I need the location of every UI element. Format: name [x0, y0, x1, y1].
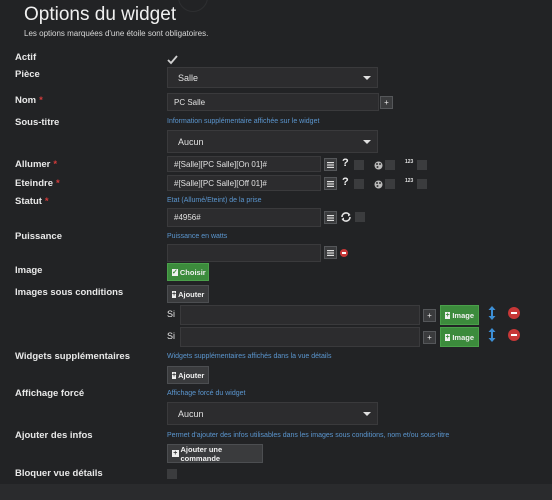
- puissance-input[interactable]: [167, 244, 321, 262]
- condition-1-remove-icon[interactable]: [508, 307, 520, 319]
- images-sous-conditions-label: Images sous conditions: [15, 287, 124, 298]
- piece-label: Pièce: [15, 69, 40, 80]
- chevron-down-icon: [363, 75, 371, 80]
- widgets-supplementaires-help: Widgets supplémentaires affichés dans la…: [167, 353, 332, 360]
- condition-1-prefix: Si: [167, 309, 176, 319]
- sous-titre-label: Sous-titre: [15, 117, 60, 128]
- page-title: Options du widget: [24, 4, 177, 25]
- plus-icon: +: [172, 290, 177, 298]
- list-icon: [327, 161, 334, 168]
- condition-1-image-button[interactable]: + Image: [440, 305, 479, 325]
- image-label: Image: [15, 265, 43, 276]
- widgets-supplementaires-label: Widgets supplémentaires: [15, 351, 130, 362]
- list-icon: [327, 180, 334, 187]
- allumer-list-button[interactable]: [324, 158, 337, 171]
- condition-2-input[interactable]: [180, 327, 420, 347]
- statut-help: Etat (Allumé/Eteint) de la prise: [167, 197, 262, 204]
- chevron-down-icon: [363, 411, 371, 416]
- allumer-checkbox-3[interactable]: [417, 160, 427, 170]
- condition-2-remove-icon[interactable]: [508, 329, 520, 341]
- eteindre-checkbox-2[interactable]: [385, 179, 395, 189]
- eteindre-checkbox-1[interactable]: [354, 179, 364, 189]
- puissance-list-button[interactable]: [324, 246, 337, 259]
- puissance-remove-icon[interactable]: [340, 249, 348, 257]
- affichage-force-select-value: Aucun: [178, 408, 204, 419]
- statut-label: Statut *: [15, 196, 49, 207]
- bottom-bar: [0, 484, 552, 500]
- number-icon: 123: [405, 178, 414, 184]
- ajouter-commande-button[interactable]: + Ajouter une commande: [167, 444, 263, 463]
- actif-checkbox[interactable]: [167, 52, 179, 65]
- allumer-input[interactable]: #[Salle][PC Salle][On 01]#: [167, 156, 321, 172]
- images-ajouter-button[interactable]: + Ajouter: [167, 285, 209, 303]
- condition-1-input[interactable]: [180, 305, 420, 325]
- plus-icon: +: [427, 333, 432, 342]
- eteindre-label: Eteindre *: [15, 178, 60, 189]
- eteindre-list-button[interactable]: [324, 177, 337, 190]
- condition-2-image-button[interactable]: + Image: [440, 327, 479, 347]
- condition-2-add-button[interactable]: +: [423, 331, 436, 344]
- nom-input-value: PC Salle: [174, 97, 206, 107]
- eteindre-input[interactable]: #[Salle][PC Salle][Off 01]#: [167, 175, 321, 191]
- puissance-help: Puissance en watts: [167, 233, 228, 240]
- sous-titre-select[interactable]: Aucun: [167, 130, 378, 153]
- eteindre-input-value: #[Salle][PC Salle][Off 01]#: [174, 178, 267, 188]
- plus-icon: +: [427, 311, 432, 320]
- sous-titre-help: Information supplémentaire affichée sur …: [167, 118, 320, 125]
- allumer-label: Allumer *: [15, 159, 58, 170]
- plus-icon: +: [384, 98, 389, 107]
- eteindre-question-icon[interactable]: ?: [342, 176, 349, 188]
- condition-2-move-icon[interactable]: [488, 328, 496, 342]
- ajouter-infos-label: Ajouter des infos: [15, 430, 93, 441]
- nom-label: Nom *: [15, 95, 43, 106]
- nom-input[interactable]: PC Salle: [167, 93, 379, 111]
- plus-icon: +: [445, 311, 451, 319]
- widgets-ajouter-button[interactable]: + Ajouter: [167, 366, 209, 384]
- statut-input-value: #4956#: [174, 213, 201, 222]
- page-subtitle: Les options marquées d'une étoile sont o…: [24, 29, 209, 38]
- list-icon: [327, 214, 334, 221]
- statut-checkbox[interactable]: [355, 212, 365, 222]
- plus-icon: +: [172, 450, 179, 457]
- condition-2-prefix: Si: [167, 331, 176, 341]
- piece-select-value: Salle: [178, 72, 199, 83]
- affichage-force-help: Affichage forcé du widget: [167, 390, 246, 397]
- palette-icon: [374, 157, 383, 170]
- chevron-down-icon: [363, 139, 371, 144]
- allumer-input-value: #[Salle][PC Salle][On 01]#: [174, 159, 267, 169]
- bloquer-vue-checkbox[interactable]: [167, 469, 177, 479]
- eteindre-checkbox-3[interactable]: [417, 179, 427, 189]
- puissance-label: Puissance: [15, 231, 62, 242]
- choisir-button[interactable]: ✓ Choisir: [167, 263, 209, 281]
- affichage-force-label: Affichage forcé: [15, 388, 85, 399]
- decorative-circle: [178, 0, 208, 12]
- palette-icon: [374, 176, 383, 189]
- allumer-checkbox-1[interactable]: [354, 160, 364, 170]
- bloquer-vue-label: Bloquer vue détails: [15, 468, 103, 479]
- list-icon: [327, 249, 334, 256]
- plus-icon: +: [445, 333, 451, 341]
- statut-list-button[interactable]: [324, 211, 337, 224]
- actif-label: Actif: [15, 52, 37, 63]
- refresh-icon[interactable]: [340, 210, 352, 222]
- ajouter-infos-help: Permet d'ajouter des infos utilisables d…: [167, 432, 450, 439]
- number-icon: 123: [405, 159, 414, 165]
- condition-1-add-button[interactable]: +: [423, 309, 436, 322]
- sous-titre-select-value: Aucun: [178, 136, 204, 147]
- piece-select[interactable]: Salle: [167, 67, 378, 88]
- allumer-checkbox-2[interactable]: [385, 160, 395, 170]
- nom-add-button[interactable]: +: [380, 96, 393, 109]
- checkmark-icon: [167, 55, 178, 65]
- condition-1-move-icon[interactable]: [488, 306, 496, 320]
- statut-input[interactable]: #4956#: [167, 208, 321, 227]
- affichage-force-select[interactable]: Aucun: [167, 402, 378, 425]
- check-icon: ✓: [172, 268, 178, 276]
- allumer-question-icon[interactable]: ?: [342, 157, 349, 169]
- plus-icon: +: [172, 371, 177, 379]
